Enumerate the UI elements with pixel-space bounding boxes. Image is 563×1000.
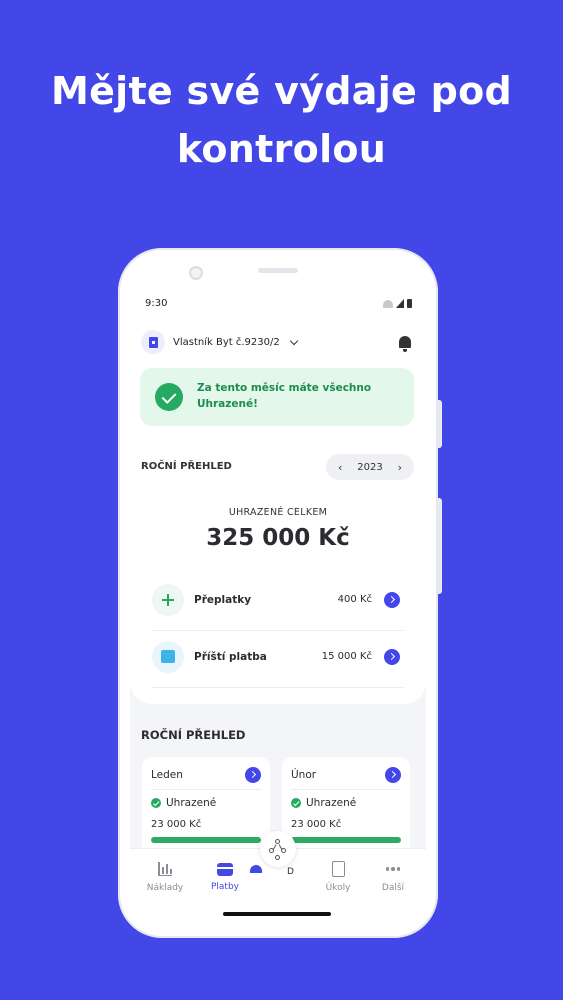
chevron-right-icon[interactable]	[384, 649, 400, 665]
chevron-down-icon	[289, 336, 298, 345]
paid-status-text: Uhrazené	[306, 797, 357, 809]
month-name: Únor	[291, 769, 317, 781]
success-banner: Za tento měsíc máte všechno Uhrazené!	[140, 368, 414, 426]
card-icon	[217, 863, 233, 876]
nav-item-more[interactable]: Další	[364, 861, 422, 893]
divider	[151, 789, 261, 790]
paid-status-text: Uhrazené	[166, 797, 217, 809]
check-circle-icon	[151, 798, 161, 808]
check-circle-icon	[155, 383, 183, 411]
year-selector[interactable]: ‹ 2023 ›	[326, 454, 414, 480]
status-time: 9:30	[145, 298, 168, 309]
month-card-january[interactable]: Leden Uhrazené 23 000 Kč	[142, 757, 270, 857]
account-selector[interactable]: Vlastník Byt č.9230/2	[141, 330, 298, 354]
total-value: 325 000 Kč	[206, 525, 350, 551]
progress-bar	[151, 837, 261, 843]
network-icon[interactable]	[260, 831, 296, 867]
month-card-february[interactable]: Únor Uhrazené 23 000 Kč	[282, 757, 410, 857]
list-item-overpayments[interactable]: Přeplatky 400 Kč	[152, 574, 404, 631]
plus-icon	[152, 584, 184, 616]
signal-icon	[396, 299, 404, 308]
list-item-amount: 15 000 Kč	[321, 651, 372, 662]
paid-status: Uhrazené	[291, 797, 356, 809]
chevron-right-icon[interactable]: ›	[398, 461, 402, 474]
nav-item-label-partial: D	[287, 867, 294, 877]
month-amount: 23 000 Kč	[151, 819, 202, 830]
paid-status: Uhrazené	[151, 797, 216, 809]
progress-bar	[291, 837, 401, 843]
promo-headline: Mějte své výdaje pod kontrolou	[50, 69, 513, 171]
nav-item-label: Platby	[210, 882, 239, 892]
year-value: 2023	[357, 461, 383, 473]
chart-icon	[157, 861, 173, 877]
app-screen: 9:30 Vlastník Byt č.9230/2 Za tento měsí…	[130, 288, 426, 924]
list-item-label: Příští platba	[194, 651, 267, 663]
more-icon	[383, 861, 403, 877]
tasks-icon	[331, 861, 345, 877]
overview-title: ROČNÍ PŘEHLED	[141, 461, 232, 472]
nav-item-label: Náklady	[146, 883, 184, 893]
account-name: Vlastník Byt č.9230/2	[173, 336, 280, 348]
list-item-amount: 400 Kč	[337, 594, 372, 605]
bottom-navigation: Náklady Platby D Úkoly Další	[130, 831, 426, 924]
calendar-icon	[152, 641, 184, 673]
battery-icon	[407, 299, 412, 308]
wifi-icon	[383, 300, 393, 308]
nav-item-costs[interactable]: Náklady	[136, 861, 194, 893]
nav-indicator	[250, 865, 262, 873]
status-bar: 9:30	[130, 288, 426, 322]
nav-item-label: Úkoly	[325, 883, 351, 893]
chevron-right-icon[interactable]	[384, 592, 400, 608]
overview-header: ROČNÍ PŘEHLED ‹ 2023 ›	[141, 454, 414, 480]
chevron-left-icon[interactable]: ‹	[338, 461, 342, 474]
divider	[291, 789, 401, 790]
check-circle-icon	[291, 798, 301, 808]
chevron-right-icon[interactable]	[385, 767, 401, 783]
bell-icon[interactable]	[399, 336, 411, 352]
months-section-title: ROČNÍ PŘEHLED	[141, 728, 246, 742]
nav-item-tasks[interactable]: Úkoly	[309, 861, 367, 893]
total-label: UHRAZENÉ CELKEM	[228, 507, 328, 518]
phone-frame: 9:30 Vlastník Byt č.9230/2 Za tento měsí…	[118, 248, 438, 938]
home-indicator[interactable]	[223, 912, 331, 916]
status-icons	[383, 299, 412, 308]
summary-list: Přeplatky 400 Kč Příští platba 15 000 Kč	[152, 574, 404, 688]
nav-item-label: Další	[381, 883, 405, 893]
nav-item-payments[interactable]: Platby	[196, 861, 254, 892]
camera-icon	[189, 266, 203, 280]
summary-card: Vlastník Byt č.9230/2 Za tento měsíc mát…	[130, 322, 426, 704]
list-item-label: Přeplatky	[194, 594, 252, 606]
list-item-next-payment[interactable]: Příští platba 15 000 Kč	[152, 631, 404, 688]
month-amount: 23 000 Kč	[291, 819, 342, 830]
month-name: Leden	[151, 769, 183, 781]
chevron-right-icon[interactable]	[245, 767, 261, 783]
speaker-grille	[258, 268, 298, 273]
building-icon	[141, 330, 165, 354]
success-text: Za tento měsíc máte všechno Uhrazené!	[197, 382, 372, 410]
